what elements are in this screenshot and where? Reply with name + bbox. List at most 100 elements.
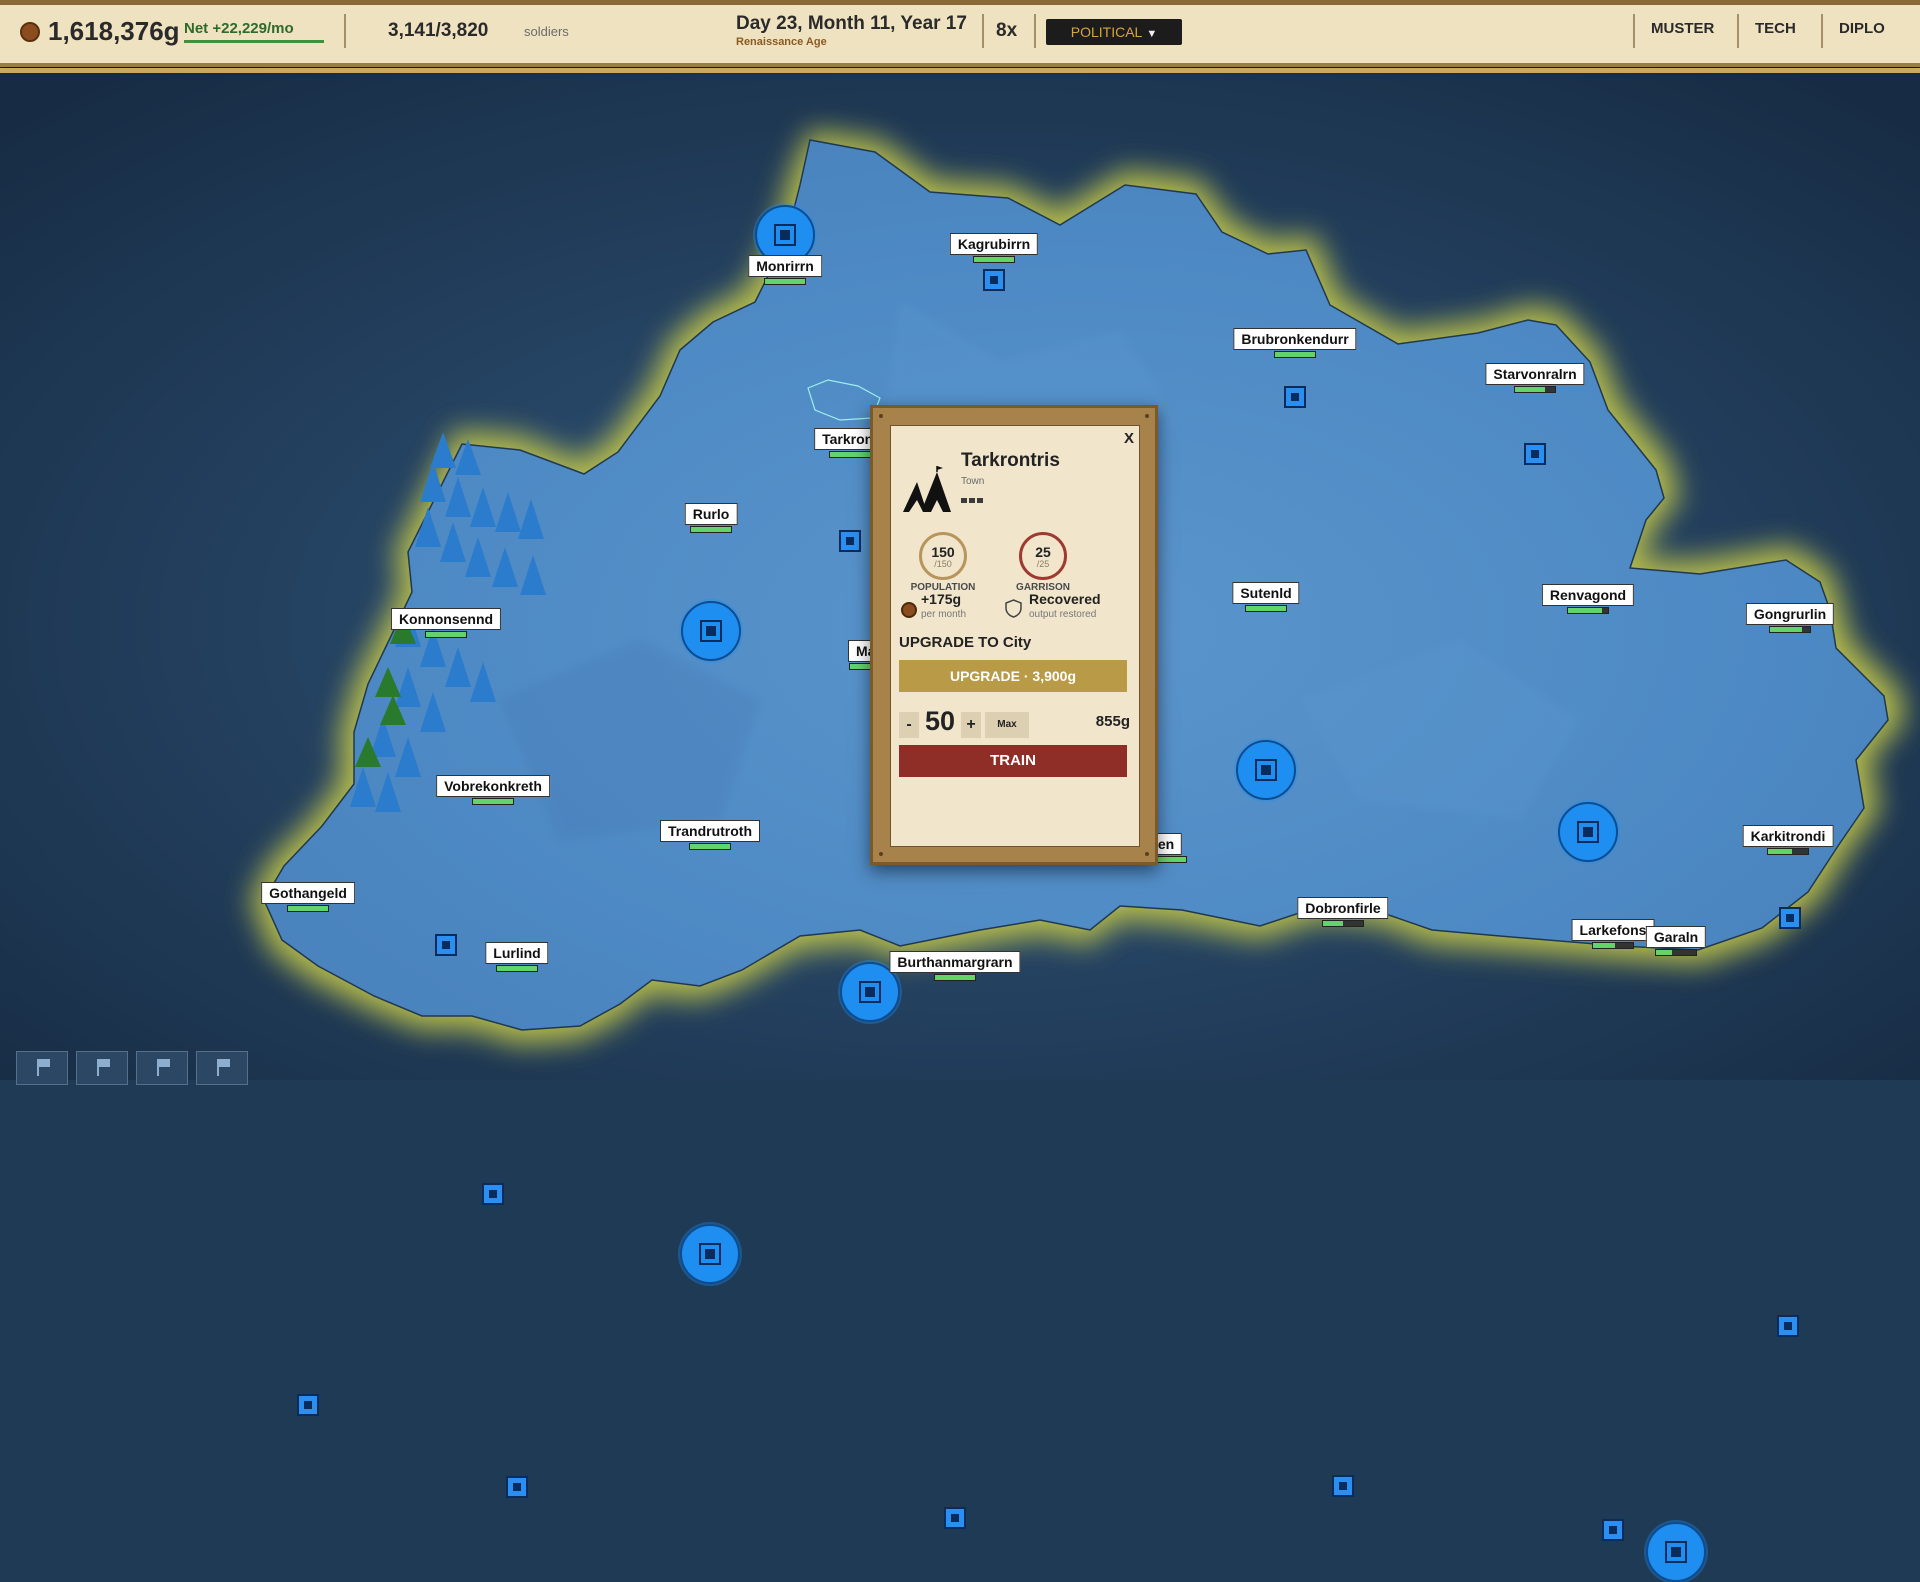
town-icon[interactable] <box>1284 386 1306 408</box>
town-icon[interactable] <box>983 269 1005 291</box>
popup-panel: X Tarkrontris Town 150 /150 POPULATION 2… <box>890 425 1140 847</box>
region-health-bar <box>1592 942 1634 949</box>
region-label[interactable]: Dobronfirle <box>1297 897 1389 919</box>
coin-icon <box>20 22 40 42</box>
garrison-max: /25 <box>1036 559 1050 569</box>
region-health-bar <box>1655 949 1697 956</box>
tree-icon <box>420 462 446 502</box>
game-speed-button[interactable]: 8x <box>996 20 1017 42</box>
divider <box>1737 14 1739 48</box>
tree-icon <box>492 547 518 587</box>
divider <box>1034 14 1036 48</box>
region-health-bar <box>1767 848 1809 855</box>
castle-icon[interactable] <box>1558 802 1618 862</box>
castle-icon[interactable] <box>681 601 741 661</box>
decrease-button[interactable]: - <box>899 712 919 738</box>
region-health-bar <box>425 631 467 638</box>
region-label[interactable]: Monrirrn <box>748 255 822 277</box>
region-health-bar <box>1567 607 1609 614</box>
diplo-button[interactable]: DIPLO <box>1839 20 1885 37</box>
region-health-bar <box>472 798 514 805</box>
castle-icon[interactable] <box>1236 740 1296 800</box>
region-health-bar <box>764 278 806 285</box>
flag-icon <box>217 1059 230 1076</box>
region-label[interactable]: Gongrurlin <box>1745 603 1835 625</box>
region-label[interactable]: Vobrekonkreth <box>436 775 550 797</box>
region-label[interactable]: Renvagond <box>1541 584 1635 606</box>
town-icon[interactable] <box>482 1183 504 1205</box>
town-icon[interactable] <box>506 1476 528 1498</box>
chevron-down-icon: ▼ <box>1146 28 1158 40</box>
region-health-bar <box>829 451 871 458</box>
town-icon[interactable] <box>435 934 457 956</box>
region-label[interactable]: Karkitrondi <box>1742 825 1834 847</box>
game-age: Renaissance Age <box>736 36 827 48</box>
town-icon <box>903 466 951 512</box>
region-level-dots <box>961 490 985 508</box>
region-health-bar <box>1245 605 1287 612</box>
tree-icon <box>380 695 406 725</box>
tree-icon <box>415 507 441 547</box>
train-cost: 855g <box>1095 713 1130 730</box>
divider <box>344 14 346 48</box>
town-icon[interactable] <box>297 1394 319 1416</box>
muster-button[interactable]: MUSTER <box>1651 20 1714 37</box>
town-icon[interactable] <box>1779 907 1801 929</box>
region-label[interactable]: Lurlind <box>485 942 549 964</box>
train-quantity[interactable]: 50 <box>925 706 955 737</box>
castle-icon[interactable] <box>680 1224 740 1284</box>
soldiers-label: soldiers <box>524 24 569 39</box>
region-type: Town <box>961 476 985 487</box>
tech-button[interactable]: TECH <box>1755 20 1796 37</box>
town-icon[interactable] <box>839 530 861 552</box>
max-button[interactable]: Max <box>985 712 1029 738</box>
train-button[interactable]: TRAIN <box>899 745 1127 777</box>
tree-icon <box>518 499 544 539</box>
region-label[interactable]: Rurlo <box>684 503 738 525</box>
garrison-value: 25 <box>1035 544 1051 560</box>
increase-button[interactable]: + <box>961 712 981 738</box>
tree-icon <box>470 662 496 702</box>
tree-icon <box>375 772 401 812</box>
tree-icon <box>465 537 491 577</box>
tree-icon <box>445 647 471 687</box>
tree-icon <box>355 737 381 767</box>
region-label[interactable]: Starvonralrn <box>1485 363 1585 385</box>
flag-icon <box>157 1059 170 1076</box>
region-label[interactable]: Larkefons <box>1571 919 1655 941</box>
tree-icon <box>455 439 481 475</box>
map-mode-select[interactable]: POLITICAL ▼ <box>1046 19 1182 45</box>
region-label[interactable]: Sutenld <box>1232 582 1300 604</box>
region-health-bar <box>1769 626 1811 633</box>
tree-icon <box>375 667 401 697</box>
town-icon[interactable] <box>1524 443 1546 465</box>
divider <box>1633 14 1635 48</box>
town-icon[interactable] <box>1777 1315 1799 1337</box>
region-label[interactable]: Kagrubirrn <box>949 233 1039 255</box>
town-icon[interactable] <box>944 1507 966 1529</box>
town-icon[interactable] <box>1602 1519 1624 1541</box>
tree-icon <box>445 477 471 517</box>
top-bar: 1,618,376g Net +22,229/mo 3,141/3,820 so… <box>0 0 1920 73</box>
region-health-bar <box>973 256 1015 263</box>
region-health-bar <box>1322 920 1364 927</box>
tree-icon <box>520 555 546 595</box>
tree-icon <box>440 522 466 562</box>
population-max: /150 <box>934 559 952 569</box>
region-label[interactable]: Burthanmargrarn <box>889 951 1021 973</box>
region-label[interactable]: Gothangeld <box>261 882 355 904</box>
region-label[interactable]: Brubronkendurr <box>1233 328 1357 350</box>
castle-icon[interactable] <box>1646 1522 1706 1582</box>
town-icon[interactable] <box>1332 1475 1354 1497</box>
region-name: Tarkrontris <box>961 450 1060 471</box>
region-label[interactable]: Konnonsennd <box>390 608 502 630</box>
region-label[interactable]: Trandrutroth <box>660 820 760 842</box>
region-health-bar <box>934 974 976 981</box>
tree-icon <box>350 767 376 807</box>
garrison-ring: 25 /25 <box>1019 532 1067 580</box>
flag-icon <box>37 1059 50 1076</box>
close-button[interactable]: X <box>1124 430 1134 447</box>
status-value: Recovered <box>1029 591 1101 607</box>
region-label[interactable]: Garaln <box>1645 926 1707 948</box>
upgrade-button[interactable]: UPGRADE · 3,900g <box>899 660 1127 692</box>
